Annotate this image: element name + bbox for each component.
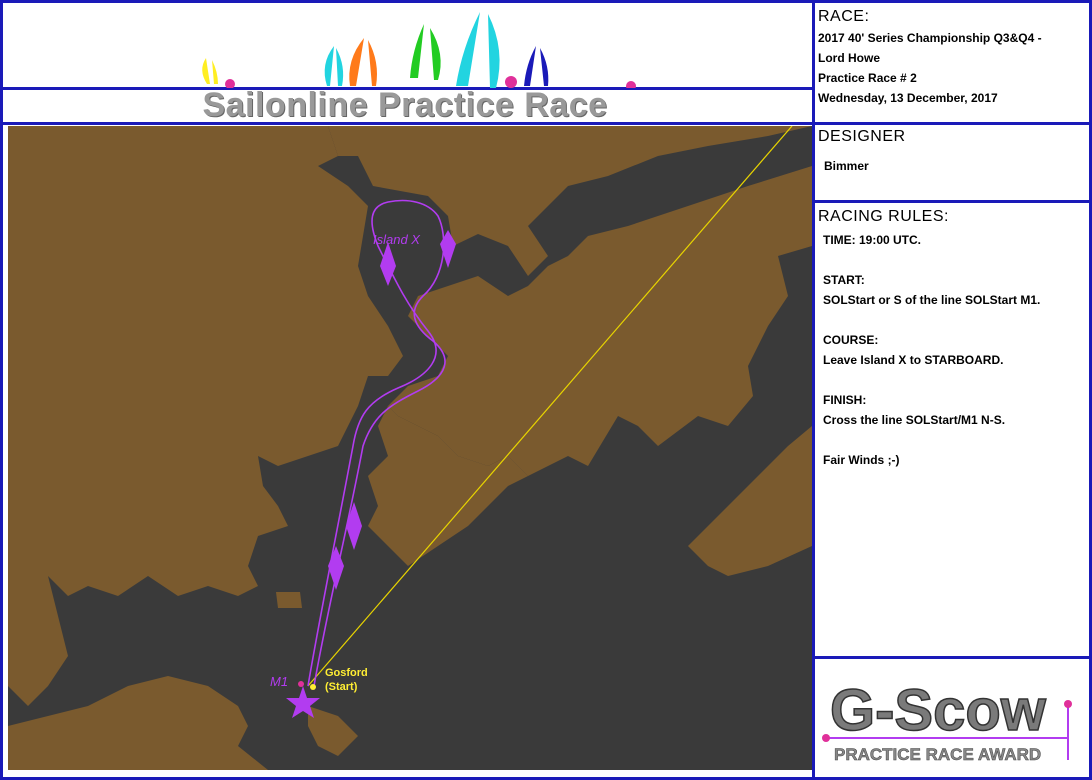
banner-sails xyxy=(202,12,636,88)
island-x-label: Island X xyxy=(373,232,421,247)
award-logo-graphic: G-Scow PRACTICE RACE AWARD xyxy=(822,677,1072,764)
route-arrow-icon xyxy=(380,242,396,286)
rules-line xyxy=(823,430,1084,450)
rules-line: Fair Winds ;-) xyxy=(823,453,900,467)
start-label-2: (Start) xyxy=(325,681,358,693)
land-west xyxy=(8,126,403,706)
rules-line: FINISH: xyxy=(823,393,867,407)
sail-blue-icon xyxy=(524,46,549,86)
rules-line: SOLStart or S of the line SOLStart M1. xyxy=(823,293,1041,307)
race-heading: RACE: xyxy=(818,8,870,25)
mark-m1-icon xyxy=(298,681,304,687)
sail-orange-icon xyxy=(349,38,377,86)
rules-heading: RACING RULES: xyxy=(818,208,949,225)
designer-heading: DESIGNER xyxy=(818,128,906,145)
race-line: Wednesday, 13 December, 2017 xyxy=(818,91,998,105)
start-point-icon xyxy=(310,684,316,690)
designer-panel: DESIGNER Bimmer xyxy=(818,128,1084,176)
rules-text: TIME: 19:00 UTC. START: SOLStart or S of… xyxy=(818,230,1084,470)
sail-green-icon xyxy=(410,24,441,80)
sail-cyan-large-icon xyxy=(456,12,500,88)
map-canvas: Island X M1 Gosford (Start) xyxy=(8,126,812,770)
mark-m1-label: M1 xyxy=(270,674,288,689)
race-line: Practice Race # 2 xyxy=(818,71,917,85)
race-line: Lord Howe xyxy=(818,51,880,65)
gscow-award-logo: G-Scow PRACTICE RACE AWARD xyxy=(822,668,1084,772)
rules-panel: RACING RULES: TIME: 19:00 UTC. START: SO… xyxy=(818,208,1084,470)
land-islet xyxy=(276,592,302,608)
designer-name: Bimmer xyxy=(824,159,869,173)
award-subtitle: PRACTICE RACE AWARD xyxy=(834,745,1041,764)
rules-line: START: xyxy=(823,273,865,287)
rules-line: TIME: 19:00 UTC. xyxy=(823,233,922,247)
sail-cyan-icon xyxy=(324,46,344,86)
award-logo-text: G-Scow xyxy=(830,678,1047,743)
buoy-icon xyxy=(1064,700,1072,708)
banner-title: Sailonline Practice Race xyxy=(202,86,608,124)
rules-line xyxy=(823,310,1084,330)
land-southwest xyxy=(8,676,268,770)
rules-line: Leave Island X to STARBOARD. xyxy=(823,353,1004,367)
sail-yellow-icon xyxy=(202,58,218,84)
designer-divider xyxy=(812,200,1092,203)
column-divider xyxy=(812,0,815,780)
rules-line xyxy=(823,250,1084,270)
land-east-shore xyxy=(688,426,812,576)
route-arrow-icon xyxy=(346,502,362,550)
rules-line: COURSE: xyxy=(823,333,879,347)
land-south-point xyxy=(308,706,358,756)
award-divider xyxy=(812,656,1092,659)
race-map[interactable]: Island X M1 Gosford (Start) xyxy=(8,126,812,770)
buoy-icon xyxy=(822,734,830,742)
rules-line xyxy=(823,370,1084,390)
start-label-1: Gosford xyxy=(325,667,368,679)
race-panel: RACE: 2017 40' Series Championship Q3&Q4… xyxy=(818,8,1084,108)
race-line: 2017 40' Series Championship Q3&Q4 - xyxy=(818,31,1042,45)
race-details: 2017 40' Series Championship Q3&Q4 - Lor… xyxy=(818,28,1084,108)
rules-line: Cross the line SOLStart/M1 N-S. xyxy=(823,413,1006,427)
